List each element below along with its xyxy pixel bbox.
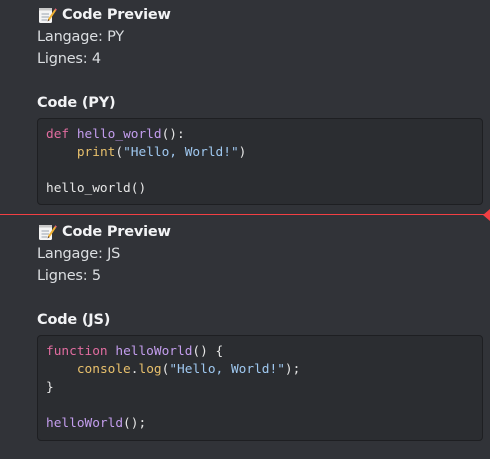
- code-title: Code (PY): [37, 95, 116, 111]
- code-line-3: }: [46, 380, 54, 395]
- message-py: Code Preview Langage: PY Lignes: 4 Code …: [37, 4, 483, 205]
- memo-icon: [37, 5, 57, 25]
- code-line-1: def hello_world():: [46, 127, 185, 142]
- code-title: Code (JS): [37, 312, 111, 328]
- message-title: Code Preview: [62, 224, 171, 240]
- message-title: Code Preview: [62, 7, 171, 23]
- code-line-2: print("Hello, World!"): [76, 145, 247, 160]
- memo-icon: [37, 222, 57, 242]
- lines-count-line: Lignes: 5: [37, 268, 101, 284]
- lines-count-line: Lignes: 4: [37, 51, 101, 67]
- code-line-1: function helloWorld() {: [46, 344, 224, 359]
- code-line-2: console.log("Hello, World!");: [76, 362, 301, 377]
- message-js: Code Preview Langage: JS Lignes: 5 Code …: [37, 221, 483, 441]
- message-header: Code Preview: [37, 221, 483, 243]
- message-header: Code Preview: [37, 4, 483, 26]
- language-line: Langage: PY: [37, 29, 124, 45]
- new-messages-marker: [483, 209, 490, 221]
- code-line-5: helloWorld();: [46, 416, 147, 431]
- language-line: Langage: JS: [37, 246, 121, 262]
- code-line-4: hello_world(): [46, 181, 147, 196]
- code-block[interactable]: def hello_world(): print("Hello, World!"…: [37, 118, 483, 205]
- code-block[interactable]: function helloWorld() { console.log("Hel…: [37, 335, 483, 441]
- new-messages-divider: [0, 214, 486, 215]
